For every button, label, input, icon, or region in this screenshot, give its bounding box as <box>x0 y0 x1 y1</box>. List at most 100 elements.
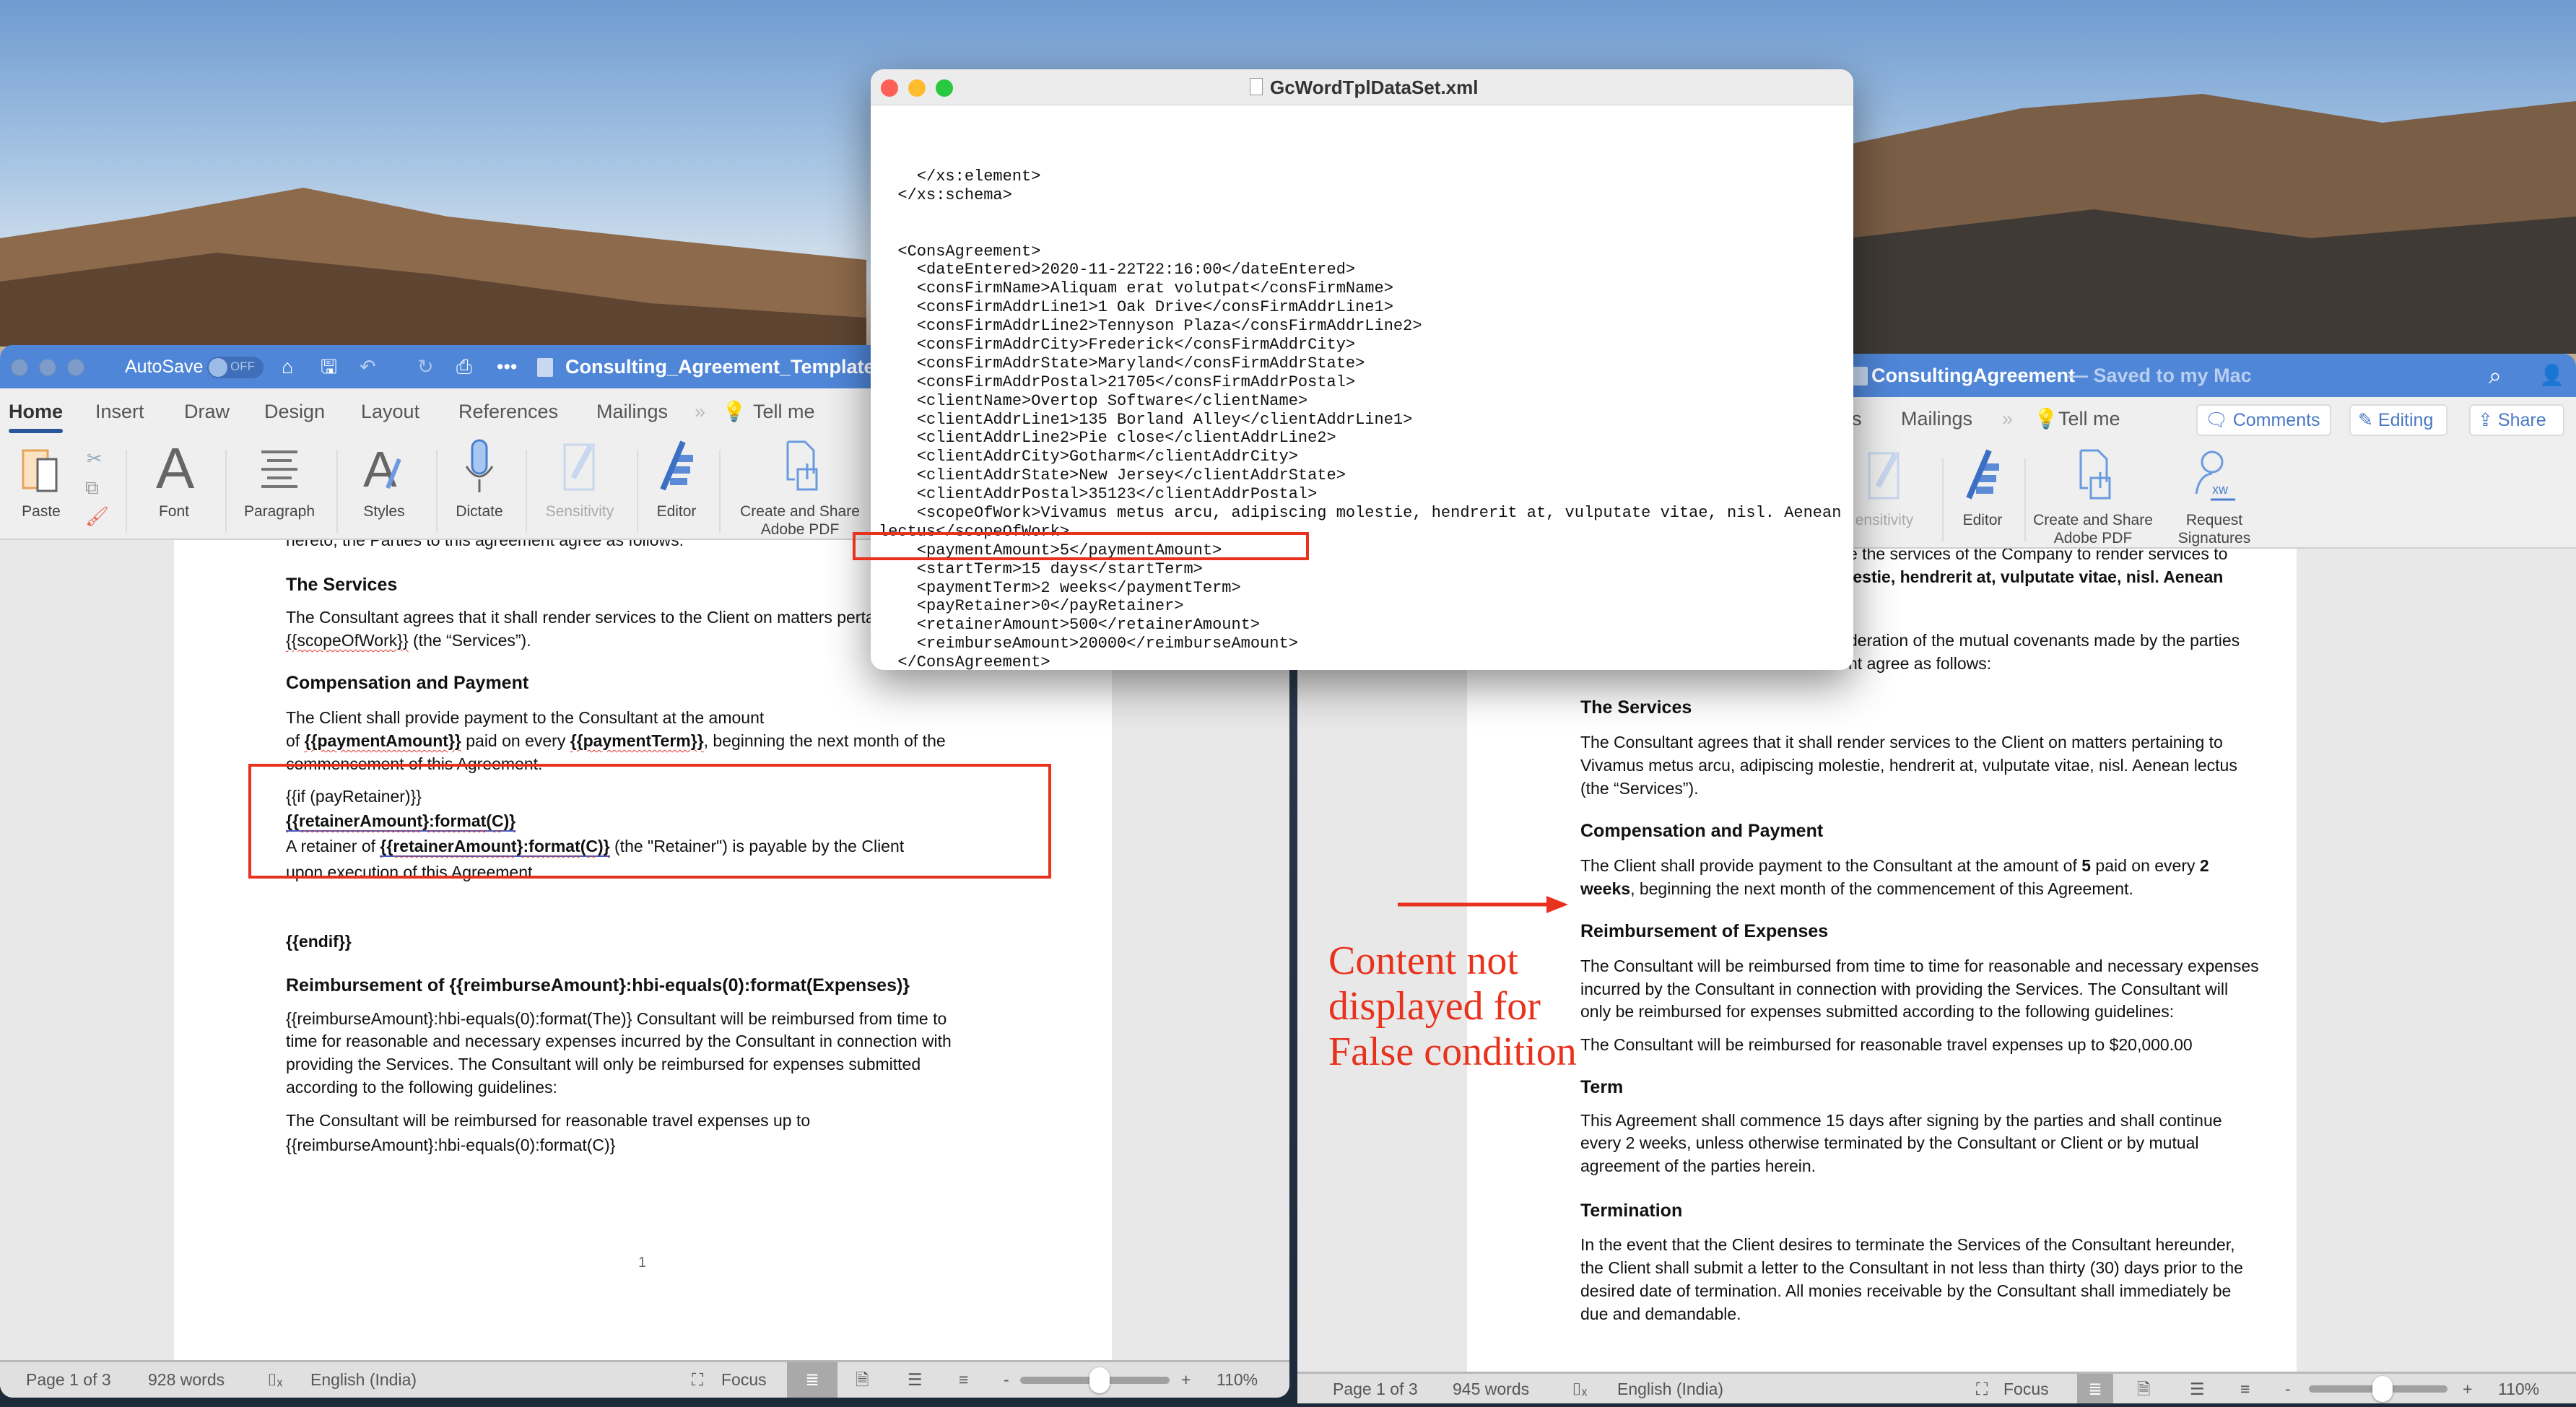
outline-view-icon[interactable]: ☰ <box>908 1362 923 1398</box>
print-icon[interactable]: ⎙ <box>456 345 472 388</box>
page-count[interactable]: Page 1 of 3 <box>26 1362 111 1398</box>
focus-icon[interactable]: ⛶ <box>1976 1374 1988 1403</box>
styles-button[interactable]: A Styles <box>334 437 435 520</box>
tab-mailings[interactable]: Mailings <box>596 397 668 426</box>
text-fragment: lestie, hendrerit at, vulputate vitae, n… <box>1848 565 2223 588</box>
close-window-button[interactable] <box>881 79 898 97</box>
more-icon[interactable]: ••• <box>497 345 517 388</box>
paste-button[interactable]: Paste <box>0 437 92 520</box>
language[interactable]: English (India) <box>1617 1374 1723 1403</box>
proofing-icon[interactable]: ⌷ₓ <box>1572 1374 1587 1403</box>
text: of <box>286 731 305 750</box>
reimbursement-line-4: according to the following guidelines: <box>286 1078 557 1097</box>
proofing-icon[interactable]: ⌷ₓ <box>267 1362 282 1398</box>
services-heading: The Services <box>286 575 398 595</box>
zoom-in-button[interactable]: + <box>1181 1362 1191 1398</box>
tab-references-partial[interactable]: s <box>1852 404 1862 433</box>
create-share-pdf-button[interactable]: Create and Share Adobe PDF <box>728 437 872 539</box>
comments-button[interactable]: 🗨 Comments <box>2196 404 2331 436</box>
tab-references[interactable]: References <box>458 397 558 426</box>
page-count[interactable]: Page 1 of 3 <box>1333 1374 1418 1403</box>
pdf-share-icon <box>786 440 818 491</box>
sensitivity-button[interactable]: Sensitivity <box>529 437 630 520</box>
autosave-toggle[interactable]: OFF <box>207 357 264 378</box>
editing-button[interactable]: ✎ Editing <box>2349 404 2447 436</box>
focus-button[interactable]: Focus <box>2003 1374 2049 1403</box>
redo-icon[interactable]: ↻ <box>417 345 434 388</box>
web-layout-view-icon[interactable]: 🗎 <box>2137 1374 2151 1403</box>
focus-icon[interactable]: ⛶ <box>692 1362 703 1398</box>
tell-me-search[interactable]: Tell me <box>753 397 815 426</box>
copy-icon[interactable]: ⧉ <box>85 476 99 500</box>
request-signatures-button[interactable]: xw Request Signatures <box>2164 446 2265 547</box>
xml-line <box>879 205 1841 224</box>
pdf-share-icon <box>2079 449 2111 500</box>
print-layout-view-button[interactable]: ≣ <box>787 1362 837 1398</box>
create-share-pdf-button[interactable]: Create and Share Adobe PDF <box>2024 446 2162 547</box>
termination-line-4: due and demandable. <box>1580 1304 1741 1323</box>
tab-design[interactable]: Design <box>264 397 325 426</box>
word-count[interactable]: 945 words <box>1453 1374 1529 1403</box>
minimize-window-button[interactable] <box>908 79 926 97</box>
zoom-window-button[interactable] <box>936 79 953 97</box>
paragraph-button[interactable]: Paragraph <box>229 437 330 520</box>
more-tabs-icon[interactable]: » <box>2002 404 2013 433</box>
services-line-1: The Consultant agrees that it shall rend… <box>1580 733 2223 752</box>
microphone-icon <box>465 439 494 492</box>
cut-icon[interactable]: ✂ <box>87 448 103 470</box>
save-icon[interactable]: 🖫 <box>321 345 337 388</box>
document-page[interactable]: e the services of the Company to render … <box>1467 549 2297 1372</box>
zoom-out-button[interactable]: - <box>2285 1374 2291 1403</box>
tell-me-search[interactable]: Tell me <box>2058 404 2120 433</box>
paragraph-icon <box>261 450 297 488</box>
share-people-icon[interactable]: 👤 <box>2539 354 2564 397</box>
xml-line: </ConsAgreement> <box>879 653 1050 670</box>
document-title: Consulting_Agreement_Template <box>565 356 875 378</box>
reimbursement-line-1: The Consultant will be reimbursed from t… <box>1580 957 2259 975</box>
tab-home[interactable]: Home <box>9 397 63 426</box>
ribbon-divider <box>225 450 227 533</box>
font-button[interactable]: A Font <box>123 437 225 520</box>
xml-line: <clientName>Overtop Software</clientName… <box>879 391 1308 410</box>
xml-content[interactable]: </xs:element> </xs:schema> <ConsAgreemen… <box>879 167 1841 670</box>
text: The Client shall provide payment to the … <box>1580 856 2082 875</box>
home-icon[interactable]: ⌂ <box>282 345 293 388</box>
minimize-window-button[interactable] <box>39 359 56 376</box>
zoom-out-button[interactable]: - <box>1004 1362 1009 1398</box>
reimbursement-line-2: time for reasonable and necessary expens… <box>286 1032 952 1050</box>
save-status[interactable]: — Saved to my Mac <box>2068 354 2252 397</box>
zoom-level[interactable]: 110% <box>2498 1374 2539 1403</box>
web-layout-view-icon[interactable]: 🗎 <box>856 1362 869 1398</box>
draft-view-icon[interactable]: ≡ <box>959 1362 968 1398</box>
search-icon[interactable]: ⌕ <box>2489 354 2502 397</box>
xml-file-icon <box>1250 78 1263 95</box>
close-window-button[interactable] <box>11 359 28 376</box>
editor-icon <box>1966 449 1999 500</box>
tab-mailings[interactable]: Mailings <box>1901 404 1972 433</box>
zoom-window-button[interactable] <box>67 359 84 376</box>
format-painter-icon[interactable]: 🖌 <box>85 505 109 528</box>
reimbursement-line-3: only be reimbursed for expenses submitte… <box>1580 1002 2175 1021</box>
more-tabs-icon[interactable]: » <box>695 397 705 426</box>
tab-draw[interactable]: Draw <box>184 397 230 426</box>
zoom-slider-thumb[interactable] <box>1089 1367 1110 1393</box>
focus-button[interactable]: Focus <box>721 1362 767 1398</box>
zoom-slider-thumb[interactable] <box>2372 1376 2393 1402</box>
editing-label: Editing <box>2377 410 2434 430</box>
zoom-level[interactable]: 110% <box>1217 1362 1258 1398</box>
dictate-button[interactable]: Dictate <box>429 437 530 520</box>
undo-icon[interactable]: ↶ <box>360 345 376 388</box>
print-layout-view-button[interactable]: ≣ <box>2077 1374 2113 1403</box>
termination-line-3: desired date of termination. All monies … <box>1580 1281 2232 1300</box>
share-button[interactable]: ⇪ Share <box>2469 404 2564 436</box>
tab-insert[interactable]: Insert <box>95 397 144 426</box>
outline-view-icon[interactable]: ☰ <box>2190 1374 2205 1403</box>
language[interactable]: English (India) <box>310 1362 417 1398</box>
draft-view-icon[interactable]: ≡ <box>2240 1374 2250 1403</box>
tab-layout[interactable]: Layout <box>361 397 419 426</box>
editor-button[interactable]: Editor <box>1932 446 2033 529</box>
zoom-in-button[interactable]: + <box>2463 1374 2472 1403</box>
word-count[interactable]: 928 words <box>148 1362 225 1398</box>
editor-button[interactable]: Editor <box>626 437 727 520</box>
text: paid on every <box>2091 856 2200 875</box>
